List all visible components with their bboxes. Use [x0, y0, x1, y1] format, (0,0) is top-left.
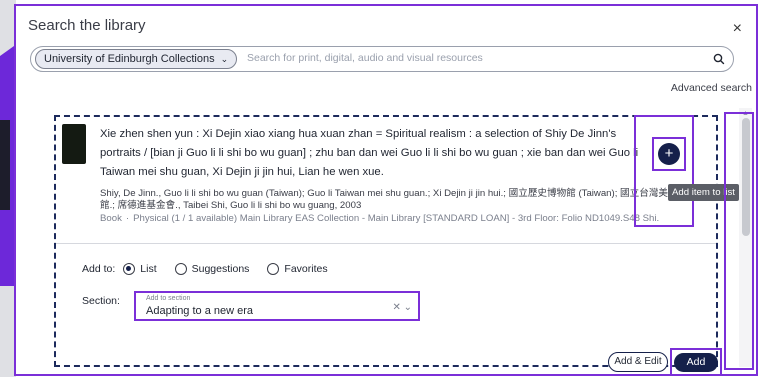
- section-select[interactable]: Add to section Adapting to a new era ✕ ⌄: [134, 291, 420, 321]
- chevron-down-icon: ⌄: [220, 54, 229, 64]
- advanced-search-link[interactable]: Advanced search: [671, 82, 752, 94]
- add-to-list-highlight: +: [634, 115, 694, 227]
- add-item-focus: +: [652, 137, 686, 171]
- section-floating-label: Add to section: [146, 295, 191, 302]
- section-label: Section:: [82, 295, 120, 307]
- result-title[interactable]: Xie zhen shen yun : Xi Dejin xiao xiang …: [100, 125, 660, 182]
- scope-dropdown[interactable]: University of Edinburgh Collections ⌄: [35, 49, 238, 69]
- radio-suggestions[interactable]: [174, 263, 187, 275]
- result-authors: Shiy, De Jinn., Guo li li shi bo wu guan…: [100, 188, 678, 211]
- add-item-button[interactable]: +: [658, 143, 680, 165]
- search-input[interactable]: Search for print, digital, audio and vis…: [247, 52, 483, 64]
- result-availability: Book · Physical (1 / 1 available) Main Lib…: [100, 212, 680, 225]
- result-type: Book: [100, 213, 122, 224]
- radio-favorites-label[interactable]: Favorites: [284, 263, 327, 275]
- background-panel: [0, 120, 10, 210]
- search-bar: University of Edinburgh Collections ⌄ Sea…: [30, 46, 734, 72]
- scope-label: University of Edinburgh Collections: [44, 53, 215, 65]
- result-card: Xie zhen shen yun : Xi Dejin xiao xiang …: [54, 115, 722, 376]
- add-button[interactable]: Add: [674, 353, 718, 372]
- clear-and-chevron-icons[interactable]: ✕ ⌄: [392, 302, 412, 313]
- radio-list-label[interactable]: List: [140, 263, 156, 275]
- radio-list[interactable]: [123, 263, 136, 275]
- separator-dot: ·: [125, 213, 130, 224]
- search-icon[interactable]: [711, 51, 727, 67]
- section-value: Adapting to a new era: [146, 305, 254, 317]
- radio-favorites[interactable]: [267, 263, 280, 275]
- divider: [56, 243, 716, 244]
- modal-title: Search the library: [28, 17, 146, 34]
- availability-text: Physical (1 / 1 available) Main Library …: [133, 213, 660, 224]
- add-to-radio-group: Add to: List Suggestions Favorites: [82, 263, 338, 275]
- radio-suggestions-label[interactable]: Suggestions: [192, 263, 250, 275]
- scrollbar-highlight: [724, 112, 754, 370]
- add-button-focus: Add: [670, 348, 722, 376]
- book-thumbnail: [62, 124, 86, 164]
- close-icon[interactable]: ×: [733, 20, 742, 38]
- add-to-label: Add to:: [82, 263, 116, 275]
- search-library-modal: Search the library × University of Edinb…: [14, 4, 758, 376]
- add-and-edit-button[interactable]: Add & Edit: [608, 352, 668, 372]
